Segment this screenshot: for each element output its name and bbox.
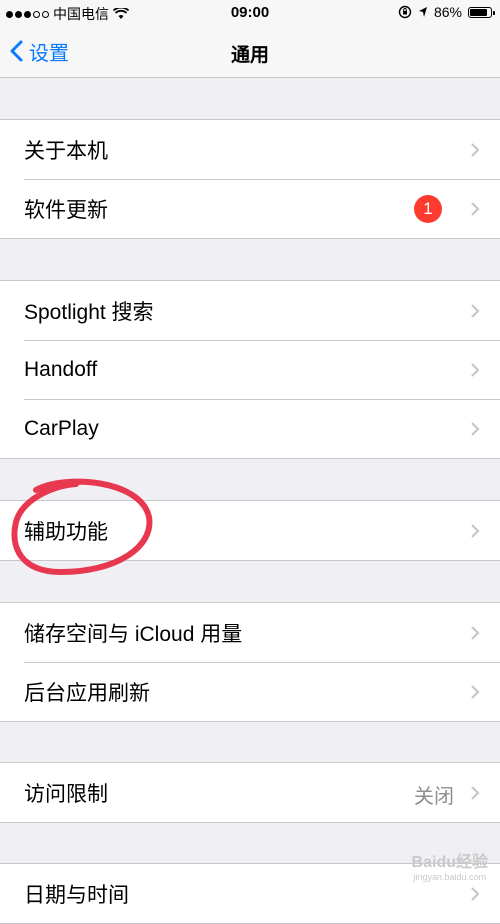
settings-group-accessibility: 辅助功能 <box>0 500 500 561</box>
row-label: Spotlight 搜索 <box>24 300 154 324</box>
row-spotlight[interactable]: Spotlight 搜索 <box>0 281 500 340</box>
notification-badge: 1 <box>414 195 442 223</box>
watermark-url: jingyan.baidu.com <box>413 872 487 882</box>
chevron-right-icon <box>471 786 480 800</box>
status-right: 86% <box>398 4 495 20</box>
row-label: 访问限制 <box>24 782 108 806</box>
row-label: 后台应用刷新 <box>24 681 150 705</box>
battery-fill <box>470 8 488 16</box>
restrictions-value: 关闭 <box>414 786 454 808</box>
row-background-refresh[interactable]: 后台应用刷新 <box>0 662 500 721</box>
settings-group-continuity: Spotlight 搜索 Handoff CarPlay <box>0 280 500 459</box>
chevron-right-icon <box>471 202 480 216</box>
row-label: 储存空间与 iCloud 用量 <box>24 622 243 646</box>
chevron-right-icon <box>471 626 480 640</box>
row-label: 关于本机 <box>24 139 108 163</box>
chevron-right-icon <box>471 363 480 377</box>
chevron-right-icon <box>471 304 480 318</box>
battery-percent: 86% <box>433 4 462 20</box>
row-label: CarPlay <box>24 416 99 440</box>
status-bar: 中国电信 09:00 86% <box>0 0 500 26</box>
chevron-right-icon <box>471 143 480 157</box>
chevron-right-icon <box>471 422 480 436</box>
chevron-right-icon <box>471 524 480 538</box>
row-storage-icloud[interactable]: 储存空间与 iCloud 用量 <box>0 603 500 662</box>
orientation-lock-icon <box>398 5 412 19</box>
navigation-bar: 设置 通用 <box>0 26 500 78</box>
page-title: 通用 <box>230 45 269 66</box>
row-carplay[interactable]: CarPlay <box>0 399 500 458</box>
settings-group-about: 关于本机 软件更新 1 <box>0 119 500 239</box>
row-about[interactable]: 关于本机 <box>0 120 500 179</box>
row-label: Handoff <box>24 357 98 381</box>
location-icon <box>418 7 427 17</box>
row-accessibility[interactable]: 辅助功能 <box>0 501 500 560</box>
settings-group-storage: 储存空间与 iCloud 用量 后台应用刷新 <box>0 602 500 722</box>
baidu-watermark: Baidu经验 jingyan.baidu.com <box>411 854 488 884</box>
row-software-update[interactable]: 软件更新 1 <box>0 179 500 238</box>
watermark-brand: Baidu经验 <box>411 854 488 871</box>
row-label: 软件更新 <box>24 198 108 222</box>
chevron-right-icon <box>471 685 480 699</box>
chevron-right-icon <box>471 887 480 901</box>
row-label: 日期与时间 <box>24 883 129 907</box>
row-label: 辅助功能 <box>24 520 108 544</box>
battery-icon <box>468 6 495 18</box>
row-restrictions[interactable]: 访问限制 关闭 <box>0 763 500 822</box>
row-handoff[interactable]: Handoff <box>0 340 500 399</box>
settings-group-restrictions: 访问限制 关闭 <box>0 762 500 823</box>
